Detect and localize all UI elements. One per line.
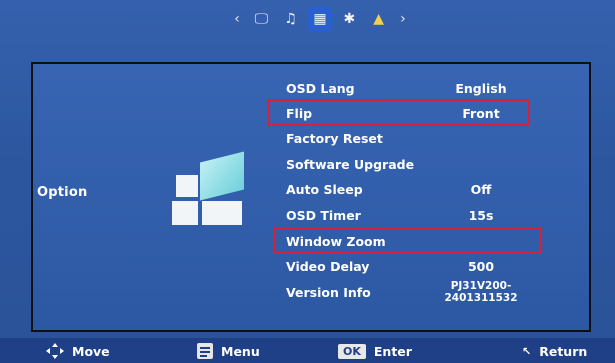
bottom-hint-bar: Move Menu OK Enter ↖ Return xyxy=(0,338,615,363)
menu-item-osd-lang[interactable]: OSD Lang English xyxy=(286,78,536,98)
hint-enter-label: Enter xyxy=(373,343,412,359)
menu-item-video-delay[interactable]: Video Delay 500 xyxy=(286,256,536,276)
category-title: Option xyxy=(37,185,88,200)
hint-menu-label: Menu xyxy=(221,343,260,359)
bluetooth-tab-icon[interactable]: ✱ xyxy=(337,7,361,31)
menu-item-value: 15s xyxy=(468,207,494,223)
hint-return: ↖ Return xyxy=(522,341,587,361)
hint-return-label: Return xyxy=(539,343,588,359)
menu-item-factory-reset[interactable]: Factory Reset xyxy=(286,128,536,148)
menu-item-value: Off xyxy=(470,181,492,197)
menu-item-value: English xyxy=(455,80,507,96)
picture-tab-icon[interactable]: ▲ xyxy=(367,7,391,31)
menu-item-version-info[interactable]: Version Info PJ31V200- 2401311532 xyxy=(286,277,536,307)
menu-icon xyxy=(197,343,213,359)
menu-item-software-upgrade[interactable]: Software Upgrade xyxy=(286,154,536,174)
option-tiles-icon xyxy=(168,151,246,233)
menu-item-label: OSD Timer xyxy=(286,207,361,223)
tab-left-arrow-icon[interactable]: ‹ xyxy=(230,11,244,27)
display-tab-icon[interactable]: 🖵 xyxy=(249,7,273,31)
menu-item-auto-sleep[interactable]: Auto Sleep Off xyxy=(286,179,536,199)
menu-item-label: Version Info xyxy=(286,284,371,300)
menu-item-osd-timer[interactable]: OSD Timer 15s xyxy=(286,205,536,225)
top-tab-bar: ‹ 🖵 ♫ ▦ ✱ ▲ › xyxy=(222,6,418,32)
menu-item-value: 500 xyxy=(467,258,495,274)
menu-item-label: Auto Sleep xyxy=(286,181,363,197)
version-line-2: 2401311532 xyxy=(444,292,518,304)
hint-menu: Menu xyxy=(197,341,260,361)
menu-item-label: Software Upgrade xyxy=(286,156,415,172)
flip-highlight-box xyxy=(268,99,530,126)
window-zoom-highlight-box xyxy=(273,227,541,254)
return-arrow-icon: ↖ xyxy=(522,344,532,358)
move-arrows-icon xyxy=(46,343,64,359)
audio-tab-icon[interactable]: ♫ xyxy=(279,7,303,31)
hint-move: Move xyxy=(46,341,110,361)
menu-item-label: Video Delay xyxy=(286,258,370,274)
hint-enter: OK Enter xyxy=(338,341,412,361)
menu-item-label: OSD Lang xyxy=(286,80,355,96)
version-value: PJ31V200- 2401311532 xyxy=(426,280,536,304)
option-tab-icon[interactable]: ▦ xyxy=(307,7,332,31)
tab-right-arrow-icon[interactable]: › xyxy=(396,11,410,27)
menu-item-label: Factory Reset xyxy=(286,130,383,146)
version-line-1: PJ31V200- xyxy=(450,280,512,292)
hint-move-label: Move xyxy=(72,343,110,359)
osd-screen: ‹ 🖵 ♫ ▦ ✱ ▲ › Option OSD Lang English Fl… xyxy=(0,0,615,363)
ok-badge-icon: OK xyxy=(338,343,366,359)
